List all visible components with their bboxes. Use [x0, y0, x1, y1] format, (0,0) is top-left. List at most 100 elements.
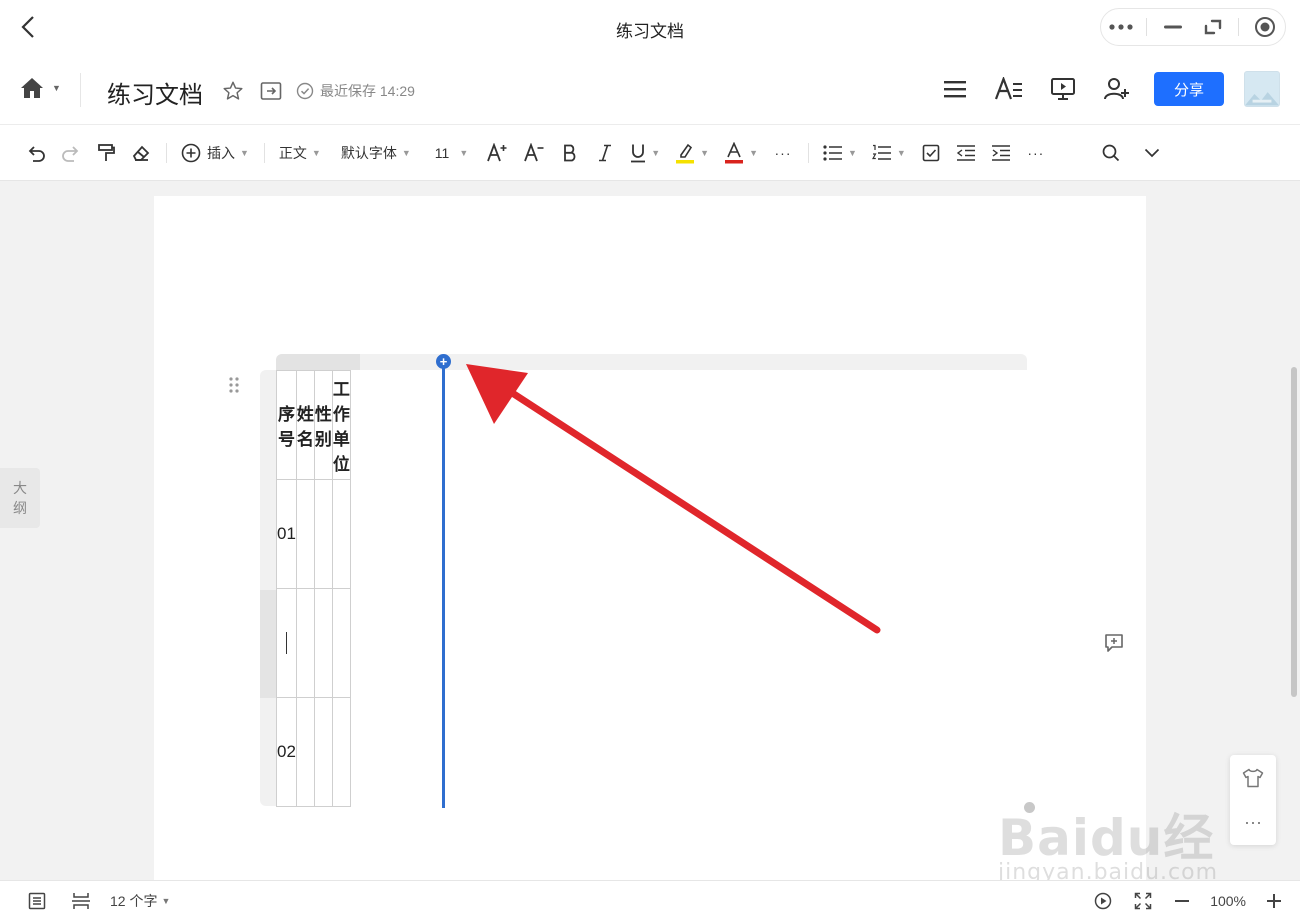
- menu-button[interactable]: [938, 72, 972, 106]
- table-cell[interactable]: [295, 588, 315, 698]
- play-button[interactable]: [1092, 886, 1114, 916]
- present-button[interactable]: [1046, 72, 1080, 106]
- text-format-button[interactable]: [992, 72, 1026, 106]
- document-header: ▼ 练习文档 最近保存 14:29 分享: [0, 55, 1300, 125]
- row-ruler-selected[interactable]: [260, 590, 276, 698]
- table-cell[interactable]: [313, 697, 333, 807]
- italic-button[interactable]: [591, 138, 619, 168]
- divider: [1146, 18, 1148, 36]
- italic-icon: [599, 144, 612, 161]
- vertical-scrollbar[interactable]: [1291, 367, 1297, 697]
- avatar[interactable]: [1244, 71, 1280, 107]
- bullet-list-icon: [823, 144, 842, 161]
- clear-format-button[interactable]: [127, 138, 155, 168]
- restore-icon: [1204, 19, 1222, 35]
- increase-font-button[interactable]: [482, 138, 512, 168]
- favorite-button[interactable]: [220, 78, 246, 104]
- bold-button[interactable]: [556, 138, 584, 168]
- bullet-list-button[interactable]: ▼: [819, 138, 861, 168]
- highlight-icon: [676, 143, 695, 163]
- outline-view-button[interactable]: [24, 886, 50, 916]
- table-cell[interactable]: [331, 479, 351, 589]
- check-circle-icon: [296, 82, 314, 100]
- move-button[interactable]: [258, 78, 284, 104]
- indent-button[interactable]: [987, 138, 1015, 168]
- font-size-value: 11: [434, 144, 450, 161]
- minimize-button[interactable]: [1158, 12, 1188, 42]
- more-tools-button[interactable]: ···: [1022, 138, 1050, 168]
- home-menu[interactable]: ▼: [20, 77, 61, 99]
- document-name[interactable]: 练习文档: [107, 75, 203, 110]
- format-toolbar: 插入 ▼ 正文 ▼ 默认字体 ▼ 11 ▼ ▼ ▼ ▼ ··· ▼ ▼ ···: [0, 125, 1300, 181]
- table-cell[interactable]: 01: [276, 479, 297, 589]
- text-cursor: [285, 632, 287, 654]
- insert-column-button[interactable]: +: [436, 354, 451, 369]
- add-comment-button[interactable]: [1104, 633, 1126, 653]
- close-button[interactable]: [1250, 12, 1280, 42]
- divider: [80, 73, 81, 107]
- insert-label: 插入: [207, 144, 235, 161]
- zoom-in-button[interactable]: [1264, 886, 1284, 916]
- decrease-font-button[interactable]: [519, 138, 549, 168]
- table-cell[interactable]: [313, 479, 333, 589]
- table-resize-handle[interactable]: [1024, 802, 1035, 813]
- zoom-out-button[interactable]: [1172, 886, 1192, 916]
- paragraph-style-select[interactable]: 正文 ▼: [275, 138, 325, 168]
- chevron-down-icon: ▼: [401, 147, 411, 158]
- theme-button[interactable]: [1230, 755, 1276, 800]
- column-ruler[interactable]: [276, 354, 1027, 370]
- table-cell[interactable]: [295, 479, 315, 589]
- page-view-button[interactable]: [68, 886, 94, 916]
- font-color-button[interactable]: ▼: [720, 138, 762, 168]
- font-color-icon: [725, 141, 744, 163]
- block-drag-handle[interactable]: [228, 376, 240, 394]
- table-cell-active[interactable]: [276, 588, 297, 698]
- column-ruler-selected[interactable]: [276, 354, 360, 370]
- insert-menu[interactable]: 插入 ▼: [177, 138, 253, 168]
- home-icon: [21, 78, 43, 98]
- table-cell[interactable]: [295, 697, 315, 807]
- table-cell[interactable]: 02: [276, 697, 297, 807]
- format-painter-button[interactable]: [92, 138, 120, 168]
- fullscreen-button[interactable]: [1132, 886, 1154, 916]
- share-button[interactable]: 分享: [1154, 72, 1224, 106]
- table-cell[interactable]: [331, 697, 351, 807]
- table-row: 02: [276, 697, 351, 807]
- more-format-button[interactable]: ···: [769, 138, 797, 168]
- divider: [263, 142, 265, 163]
- table-header-cell[interactable]: 性别: [313, 370, 333, 480]
- plus-circle-icon: [181, 143, 201, 162]
- add-collaborator-button[interactable]: [1100, 72, 1134, 106]
- fullscreen-icon: [1134, 892, 1152, 910]
- row-ruler[interactable]: [260, 370, 276, 806]
- more-dots-icon: ···: [774, 144, 792, 161]
- numbered-list-button[interactable]: ▼: [868, 138, 910, 168]
- highlight-button[interactable]: ▼: [671, 138, 713, 168]
- search-button[interactable]: [1097, 138, 1125, 168]
- font-family-select[interactable]: 默认字体 ▼: [337, 138, 415, 168]
- collapse-toolbar-button[interactable]: [1138, 138, 1166, 168]
- more-button[interactable]: [1106, 12, 1136, 42]
- more-floating-button[interactable]: ···: [1230, 800, 1276, 845]
- checklist-button[interactable]: [917, 138, 945, 168]
- redo-button[interactable]: [57, 138, 85, 168]
- underline-icon: [631, 144, 646, 162]
- table-cell[interactable]: [331, 588, 351, 698]
- word-count[interactable]: 12 个字 ▼: [110, 886, 170, 916]
- table-cell[interactable]: [313, 588, 333, 698]
- menu-icon: [944, 81, 966, 98]
- restore-button[interactable]: [1198, 12, 1228, 42]
- tshirt-icon: [1242, 768, 1264, 787]
- underline-button[interactable]: ▼: [626, 138, 664, 168]
- font-size-select[interactable]: 11 ▼: [431, 138, 472, 168]
- chevron-down-icon: ▼: [311, 147, 321, 158]
- outdent-button[interactable]: [952, 138, 980, 168]
- table-header-cell[interactable]: 工作单位: [331, 370, 351, 480]
- table-header-cell[interactable]: 序号: [276, 370, 297, 480]
- outline-toggle[interactable]: 大 纲: [0, 468, 40, 528]
- minimize-icon: [1163, 25, 1182, 29]
- zoom-level[interactable]: 100%: [1210, 886, 1246, 916]
- undo-button[interactable]: [22, 138, 50, 168]
- table-header-cell[interactable]: 姓名: [295, 370, 315, 480]
- outdent-icon: [956, 144, 975, 161]
